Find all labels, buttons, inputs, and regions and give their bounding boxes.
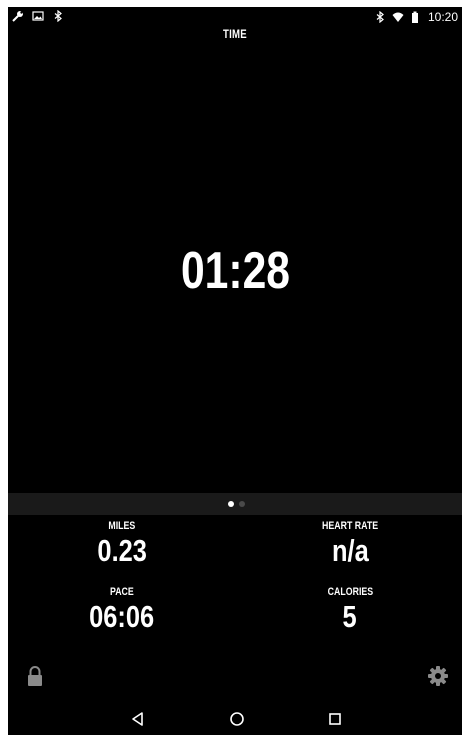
miles-label: MILES	[108, 520, 136, 532]
back-icon[interactable]	[129, 710, 147, 728]
status-clock: 10:20	[427, 10, 458, 24]
battery-icon	[411, 11, 418, 23]
time-value: 01:28	[180, 242, 290, 300]
bluetooth-icon	[54, 10, 62, 22]
lock-icon[interactable]	[26, 665, 44, 687]
status-left-icons	[12, 10, 64, 22]
heart-rate-value: n/a	[331, 533, 369, 568]
calories-value: 5	[342, 599, 358, 634]
gear-icon[interactable]	[427, 665, 449, 687]
bluetooth-icon	[376, 11, 384, 23]
home-icon[interactable]	[228, 710, 246, 728]
pace-stat: PACE 06:06	[32, 585, 212, 634]
page-dot-inactive[interactable]	[239, 501, 245, 507]
heart-rate-label: HEART RATE	[321, 520, 379, 532]
miles-stat: MILES 0.23	[32, 519, 212, 568]
calories-stat: CALORIES 5	[260, 585, 440, 634]
pace-value: 06:06	[89, 599, 155, 634]
status-right-icons: 10:20	[374, 10, 458, 24]
calories-label: CALORIES	[327, 586, 373, 598]
recents-icon[interactable]	[326, 710, 344, 728]
heart-rate-stat: HEART RATE n/a	[260, 519, 440, 568]
wifi-icon	[392, 12, 404, 22]
image-icon	[32, 11, 44, 21]
wrench-icon	[12, 11, 23, 22]
time-label: TIME	[223, 27, 247, 41]
workout-screen: 10:20 TIME 01:28 MILES 0.23 HEART RATE n…	[8, 7, 462, 735]
pace-label: PACE	[110, 586, 134, 598]
page-dot-active[interactable]	[228, 501, 234, 507]
navigation-bar	[8, 704, 462, 735]
miles-value: 0.23	[97, 533, 147, 568]
page-indicator[interactable]	[8, 493, 462, 515]
